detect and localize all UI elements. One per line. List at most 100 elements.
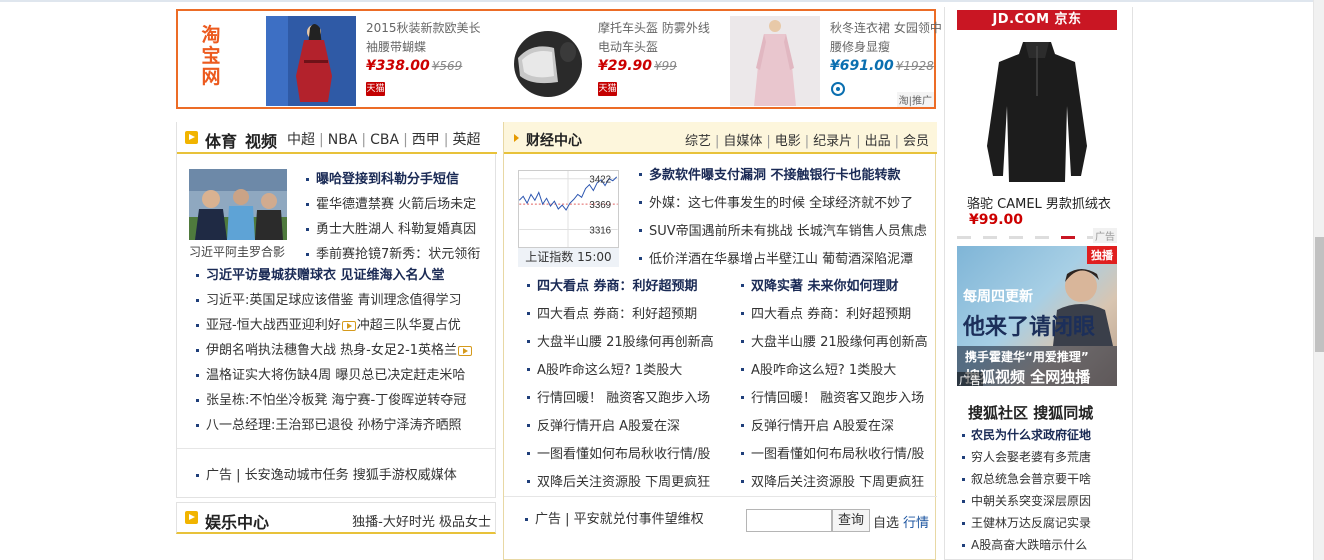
product-name[interactable]: 2015秋装新款欧美长袖腰带蝴蝶 bbox=[366, 19, 486, 57]
news-link[interactable]: 亚冠-恒大战西亚迎利好 bbox=[206, 318, 341, 333]
list-item[interactable]: 四大看点 券商：利好超预期 bbox=[526, 301, 731, 329]
nav-link[interactable]: NBA bbox=[328, 132, 358, 148]
nav-link[interactable]: 综艺 bbox=[685, 134, 711, 149]
news-link[interactable]: 反弹行情开启 A股爱在深 bbox=[537, 419, 680, 434]
nav-link[interactable]: 会员 bbox=[903, 134, 929, 149]
news-link[interactable]: 霍华德遭禁赛 火箭后场未定 bbox=[316, 197, 476, 212]
ent-featured[interactable]: 独播-大好时光 极品女士 bbox=[352, 511, 491, 530]
list-item[interactable]: A股咋命这么短? 1类股大 bbox=[526, 357, 731, 385]
taobao-logo[interactable]: 淘 宝 网 bbox=[186, 25, 236, 88]
list-item[interactable]: 多款软件曝支付漏洞 不接触银行卡也能转款 bbox=[638, 162, 933, 190]
news-link[interactable]: A股高奋大跌暗示什么 bbox=[971, 538, 1087, 552]
list-item[interactable]: 习近平访曼城获赠球衣 见证维海入名人堂 bbox=[195, 263, 495, 288]
list-item[interactable]: 双降后关注资源股 下周更疯狂 bbox=[526, 469, 731, 497]
news-link[interactable]: 穷人会娶老婆有多荒唐 bbox=[971, 450, 1091, 464]
news-link[interactable]: 行情回暖！ 融资客又跑步入场 bbox=[751, 391, 924, 406]
news-link[interactable]: 季前赛抢镜7新秀：状元领衔 bbox=[316, 247, 480, 262]
news-link[interactable]: 双降后关注资源股 下周更疯狂 bbox=[537, 475, 710, 490]
scrollbar-thumb[interactable] bbox=[1315, 237, 1324, 352]
news-link[interactable]: 四大看点 券商：利好超预期 bbox=[751, 307, 911, 322]
list-item[interactable]: 四大看点 券商：利好超预期 bbox=[526, 273, 731, 301]
news-link[interactable]: 外媒：这七件事发生的时候 全球经济就不妙了 bbox=[649, 196, 913, 211]
ad-link-item[interactable]: 广告 | 平安就兑付事件望维权 bbox=[524, 507, 704, 532]
news-link[interactable]: 张呈栋:不怕坐冷板凳 海宁赛-丁俊晖逆转夺冠 bbox=[206, 393, 466, 408]
nav-link[interactable]: 西甲 bbox=[412, 132, 440, 148]
finance-title[interactable]: 财经中心 bbox=[526, 130, 582, 150]
list-item[interactable]: 双降实著 未来你如何理财 bbox=[740, 273, 935, 301]
news-link[interactable]: 反弹行情开启 A股爱在深 bbox=[751, 419, 894, 434]
carousel-dot[interactable] bbox=[1035, 236, 1049, 239]
taobao-ad-banner[interactable]: 淘 宝 网 2015秋装新款欧美长袖腰带蝴蝶 ¥338.00 ¥569 天猫 摩托… bbox=[176, 9, 942, 109]
nav-link[interactable]: 英超 bbox=[453, 132, 481, 148]
ad-corner-label[interactable]: 淘|推广 bbox=[896, 92, 934, 107]
stock-search-input[interactable] bbox=[746, 509, 832, 532]
news-link[interactable]: 曝哈登接到科勒分手短信 bbox=[316, 172, 459, 187]
jd-ad[interactable]: JD.COM 京东 骆驼 CAMEL 男款抓绒衣 ¥99.00 bbox=[957, 10, 1117, 236]
index-chart[interactable]: 3422 3369 3316 bbox=[518, 170, 619, 248]
ad-link-item[interactable]: 广告 | 长安逸动城市任务 搜狐手游权威媒体 bbox=[195, 463, 495, 488]
nav-link[interactable]: 纪录片 bbox=[813, 134, 852, 149]
news-link[interactable]: 王健林万达反腐记实录 bbox=[971, 516, 1091, 530]
list-item[interactable]: 亚冠-恒大战西亚迎利好 冲超三队华夏占优 bbox=[195, 313, 495, 338]
pink-dress-image[interactable] bbox=[730, 16, 820, 106]
ent-title[interactable]: 娱乐中心 bbox=[205, 509, 269, 533]
list-item[interactable]: A股咋命这么短? 1类股大 bbox=[740, 357, 935, 385]
list-item[interactable]: 一图看懂如何布局秋收行情/股 bbox=[526, 441, 731, 469]
list-item[interactable]: 勇士大胜湖人 科勒复婚真因 bbox=[305, 217, 497, 242]
list-item[interactable]: 一图看懂如何布局秋收行情/股 bbox=[740, 441, 935, 469]
list-item[interactable]: 行情回暖！ 融资客又跑步入场 bbox=[740, 385, 935, 413]
list-item[interactable]: 中朝关系突变深层原因 bbox=[961, 490, 1091, 512]
nav-link[interactable]: 出品 bbox=[865, 134, 891, 149]
news-link[interactable]: 冲超三队华夏占优 bbox=[357, 318, 461, 333]
news-link[interactable]: 一图看懂如何布局秋收行情/股 bbox=[537, 447, 710, 462]
list-item[interactable]: 伊朗名哨执法穗鲁大战 热身-女足2-1英格兰 bbox=[195, 338, 495, 363]
nav-link[interactable]: CBA bbox=[370, 132, 399, 148]
red-dress-image[interactable] bbox=[266, 16, 356, 106]
list-item[interactable]: 低价洋酒在华暴增占半壁江山 葡萄酒深陷泥潭 bbox=[638, 246, 933, 274]
nav-link[interactable]: 中超 bbox=[287, 132, 315, 148]
news-link[interactable]: 温格证实大将伤缺4周 曝贝总已决定赶走米哈 bbox=[206, 368, 465, 383]
market-link[interactable]: 行情 bbox=[903, 512, 929, 531]
community-title[interactable]: 搜狐社区 搜狐同城 bbox=[968, 402, 1093, 423]
news-link[interactable]: 双降实著 未来你如何理财 bbox=[751, 279, 899, 294]
news-link[interactable]: 勇士大胜湖人 科勒复婚真因 bbox=[316, 222, 476, 237]
list-item[interactable]: 习近平:英国足球应该借鉴 青训理念值得学习 bbox=[195, 288, 495, 313]
list-item[interactable]: 外媒：这七件事发生的时候 全球经济就不妙了 bbox=[638, 190, 933, 218]
carousel-dot-active[interactable] bbox=[1061, 236, 1075, 239]
list-item[interactable]: 叙总统急会普京要干啥 bbox=[961, 468, 1091, 490]
sports-title[interactable]: 体育 bbox=[205, 128, 237, 152]
list-item[interactable]: A股高奋大跌暗示什么 bbox=[961, 534, 1091, 556]
list-item[interactable]: 双降后关注资源股 下周更疯狂 bbox=[740, 469, 935, 497]
news-link[interactable]: 多款软件曝支付漏洞 不接触银行卡也能转款 bbox=[649, 168, 901, 183]
list-item[interactable]: 曝哈登接到科勒分手短信 bbox=[305, 167, 497, 192]
list-item[interactable]: 四大看点 券商：利好超预期 bbox=[740, 301, 935, 329]
news-link[interactable]: A股咋命这么短? 1类股大 bbox=[537, 363, 682, 378]
nav-link[interactable]: 自媒体 bbox=[723, 134, 762, 149]
ad-link[interactable]: 广告 | 平安就兑付事件望维权 bbox=[535, 512, 704, 527]
jd-logo[interactable]: JD.COM 京东 bbox=[957, 10, 1117, 30]
list-item[interactable]: 反弹行情开启 A股爱在深 bbox=[740, 413, 935, 441]
list-item[interactable]: 八一总经理:王治郅已退役 孙杨宁泽涛齐晒照 bbox=[195, 413, 495, 438]
news-link[interactable]: 习近平访曼城获赠球衣 见证维海入名人堂 bbox=[206, 268, 445, 283]
list-item[interactable]: 农民为什么求政府征地 bbox=[961, 424, 1091, 446]
news-link[interactable]: 大盘半山腰 21股缘何再创新高 bbox=[537, 335, 714, 350]
product-name[interactable]: 秋冬连衣裙 女园领中腰修身显瘦 bbox=[830, 19, 950, 57]
list-item[interactable]: SUV帝国遇前所未有挑战 长城汽车销售人员焦虑 bbox=[638, 218, 933, 246]
news-link[interactable]: 伊朗名哨执法穗鲁大战 热身-女足2-1英格兰 bbox=[206, 343, 457, 358]
list-item[interactable]: 反弹行情开启 A股爱在深 bbox=[526, 413, 731, 441]
list-item[interactable]: 大盘半山腰 21股缘何再创新高 bbox=[740, 329, 935, 357]
list-item[interactable]: 张呈栋:不怕坐冷板凳 海宁赛-丁俊晖逆转夺冠 bbox=[195, 388, 495, 413]
news-link[interactable]: 四大看点 券商：利好超预期 bbox=[537, 279, 698, 294]
helmet-image[interactable] bbox=[502, 16, 592, 106]
watchlist-link[interactable]: 自选 bbox=[873, 512, 899, 531]
chart-caption[interactable]: 上证指数 15:00 bbox=[518, 248, 619, 267]
news-photo[interactable] bbox=[189, 169, 287, 240]
news-link[interactable]: 习近平:英国足球应该借鉴 青训理念值得学习 bbox=[206, 293, 462, 308]
page-scrollbar[interactable] bbox=[1313, 0, 1324, 560]
jd-product-name[interactable]: 骆驼 CAMEL 男款抓绒衣 bbox=[967, 193, 1111, 212]
jacket-image[interactable] bbox=[975, 36, 1099, 184]
news-link[interactable]: 一图看懂如何布局秋收行情/股 bbox=[751, 447, 924, 462]
news-link[interactable]: 行情回暖！ 融资客又跑步入场 bbox=[537, 391, 710, 406]
ad-link[interactable]: 广告 | 长安逸动城市任务 搜狐手游权威媒体 bbox=[206, 468, 457, 483]
news-link[interactable]: 农民为什么求政府征地 bbox=[971, 428, 1091, 442]
